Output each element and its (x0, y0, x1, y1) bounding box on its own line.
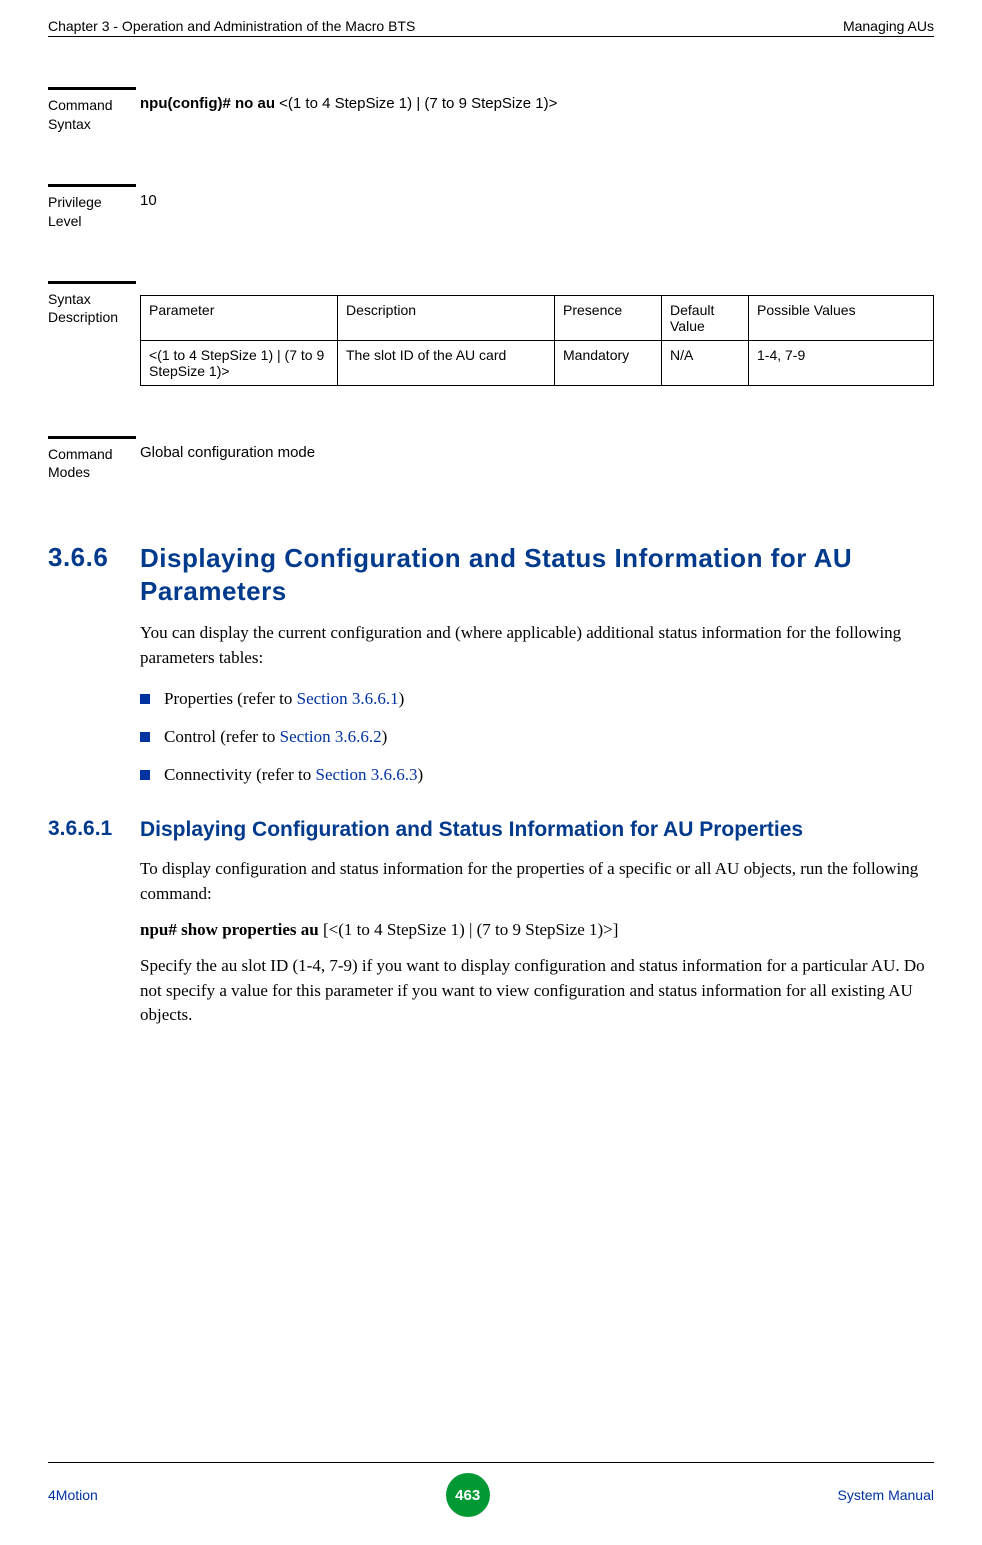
section-link[interactable]: Section 3.6.6.3 (316, 765, 418, 784)
privilege-value: 10 (136, 184, 934, 231)
table-header-row: Parameter Description Presence Default V… (141, 295, 934, 340)
command-syntax-value: npu(config)# no au <(1 to 4 StepSize 1) … (136, 87, 934, 134)
section-3-6-6-number: 3.6.6 (48, 542, 140, 607)
syntax-description-table: Parameter Description Presence Default V… (140, 295, 934, 386)
square-bullet-icon (140, 770, 150, 780)
section-link[interactable]: Section 3.6.6.1 (297, 689, 399, 708)
bullet-text: Connectivity (refer to (164, 765, 316, 784)
show-command-rest: [<(1 to 4 StepSize 1) | (7 to 9 StepSize… (323, 920, 618, 939)
command-syntax-rest: <(1 to 4 StepSize 1) | (7 to 9 StepSize … (279, 95, 557, 112)
square-bullet-icon (140, 732, 150, 742)
th-default: Default Value (662, 295, 749, 340)
command-syntax-label: Command Syntax (48, 87, 136, 134)
command-modes-label: Command Modes (48, 436, 136, 483)
table-row: <(1 to 4 StepSize 1) | (7 to 9 StepSize … (141, 340, 934, 385)
header-left: Chapter 3 - Operation and Administration… (48, 18, 415, 34)
header-right: Managing AUs (843, 18, 934, 34)
bullet-text: Properties (refer to (164, 689, 297, 708)
list-item: Connectivity (refer to Section 3.6.6.3) (140, 765, 934, 785)
list-item: Properties (refer to Section 3.6.6.1) (140, 689, 934, 709)
bullet-after: ) (399, 689, 405, 708)
th-presence: Presence (555, 295, 662, 340)
page-number-badge: 463 (446, 1473, 490, 1517)
section-3-6-6-heading: 3.6.6 Displaying Configuration and Statu… (48, 542, 934, 607)
bullet-text: Control (refer to (164, 727, 280, 746)
section-3-6-6-intro: You can display the current configuratio… (140, 621, 934, 670)
bullet-after: ) (418, 765, 424, 784)
show-command: npu# show properties au [<(1 to 4 StepSi… (140, 920, 934, 940)
privilege-label: Privilege Level (48, 184, 136, 231)
td-default: N/A (662, 340, 749, 385)
page-header: Chapter 3 - Operation and Administration… (48, 18, 934, 37)
command-syntax-bold: npu(config)# no au (140, 95, 279, 112)
list-item: Control (refer to Section 3.6.6.2) (140, 727, 934, 747)
td-parameter: <(1 to 4 StepSize 1) | (7 to 9 StepSize … (141, 340, 338, 385)
footer-right: System Manual (838, 1487, 934, 1503)
section-3-6-6-title: Displaying Configuration and Status Info… (140, 542, 934, 607)
footer-left: 4Motion (48, 1487, 98, 1503)
section-3-6-6-1-heading: 3.6.6.1 Displaying Configuration and Sta… (48, 817, 934, 843)
bullet-after: ) (382, 727, 388, 746)
section-3-6-6-1-number: 3.6.6.1 (48, 817, 140, 843)
td-presence: Mandatory (555, 340, 662, 385)
th-parameter: Parameter (141, 295, 338, 340)
section-3-6-6-1-title: Displaying Configuration and Status Info… (140, 817, 803, 843)
section-3-6-6-1-p2: Specify the au slot ID (1-4, 7-9) if you… (140, 954, 934, 1028)
section-3-6-6-1-p1: To display configuration and status info… (140, 857, 934, 906)
td-possible: 1-4, 7-9 (749, 340, 934, 385)
show-command-bold: npu# show properties au (140, 920, 323, 939)
square-bullet-icon (140, 694, 150, 704)
th-possible: Possible Values (749, 295, 934, 340)
th-description: Description (338, 295, 555, 340)
command-syntax-block: Command Syntax npu(config)# no au <(1 to… (48, 87, 934, 134)
bullet-list: Properties (refer to Section 3.6.6.1) Co… (140, 689, 934, 785)
syntax-description-block: Syntax Description Parameter Description… (48, 281, 934, 386)
syntax-description-label: Syntax Description (48, 281, 136, 386)
page-footer: 4Motion 463 System Manual (48, 1462, 934, 1517)
privilege-level-block: Privilege Level 10 (48, 184, 934, 231)
command-modes-value: Global configuration mode (136, 436, 934, 483)
td-description: The slot ID of the AU card (338, 340, 555, 385)
section-link[interactable]: Section 3.6.6.2 (280, 727, 382, 746)
command-modes-block: Command Modes Global configuration mode (48, 436, 934, 483)
